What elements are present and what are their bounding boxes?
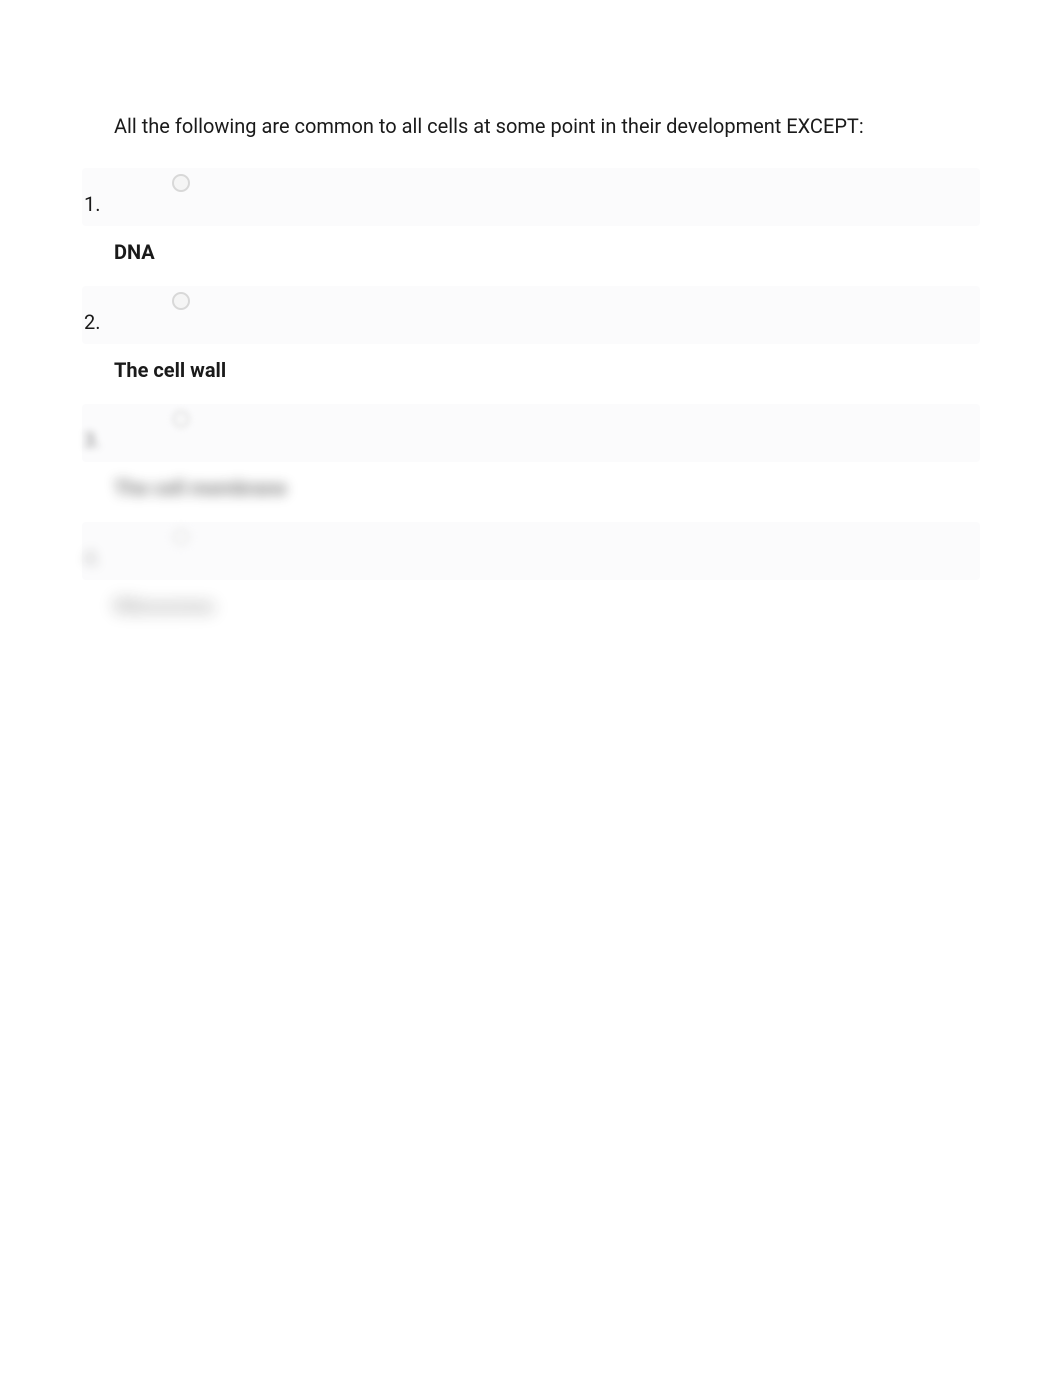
option-block-4: 4. Ribosomes [82, 522, 980, 618]
option-label: The cell wall [114, 358, 980, 382]
option-block-1: 1. DNA [82, 168, 980, 264]
radio-holder [114, 296, 980, 336]
radio-holder [114, 414, 980, 454]
question-prompt: All the following are common to all cell… [114, 112, 980, 140]
option-label: The cell membrane [114, 476, 980, 500]
radio-holder [114, 532, 980, 572]
option-number: 3. [82, 428, 114, 454]
option-row[interactable]: 1. [82, 168, 980, 226]
radio-icon[interactable] [172, 174, 190, 192]
option-row[interactable]: 4. [82, 522, 980, 580]
option-number: 2. [82, 310, 114, 336]
option-label: Ribosomes [114, 594, 980, 618]
option-row[interactable]: 3. [82, 404, 980, 462]
option-number: 4. [82, 546, 114, 572]
question-container: All the following are common to all cell… [0, 0, 1062, 618]
option-row[interactable]: 2. [82, 286, 980, 344]
option-block-3: 3. The cell membrane [82, 404, 980, 500]
radio-icon[interactable] [172, 292, 190, 310]
option-block-2: 2. The cell wall [82, 286, 980, 382]
radio-icon[interactable] [172, 410, 190, 428]
option-label: DNA [114, 240, 980, 264]
radio-icon[interactable] [172, 528, 190, 546]
radio-holder [114, 178, 980, 218]
option-number: 1. [82, 192, 114, 218]
